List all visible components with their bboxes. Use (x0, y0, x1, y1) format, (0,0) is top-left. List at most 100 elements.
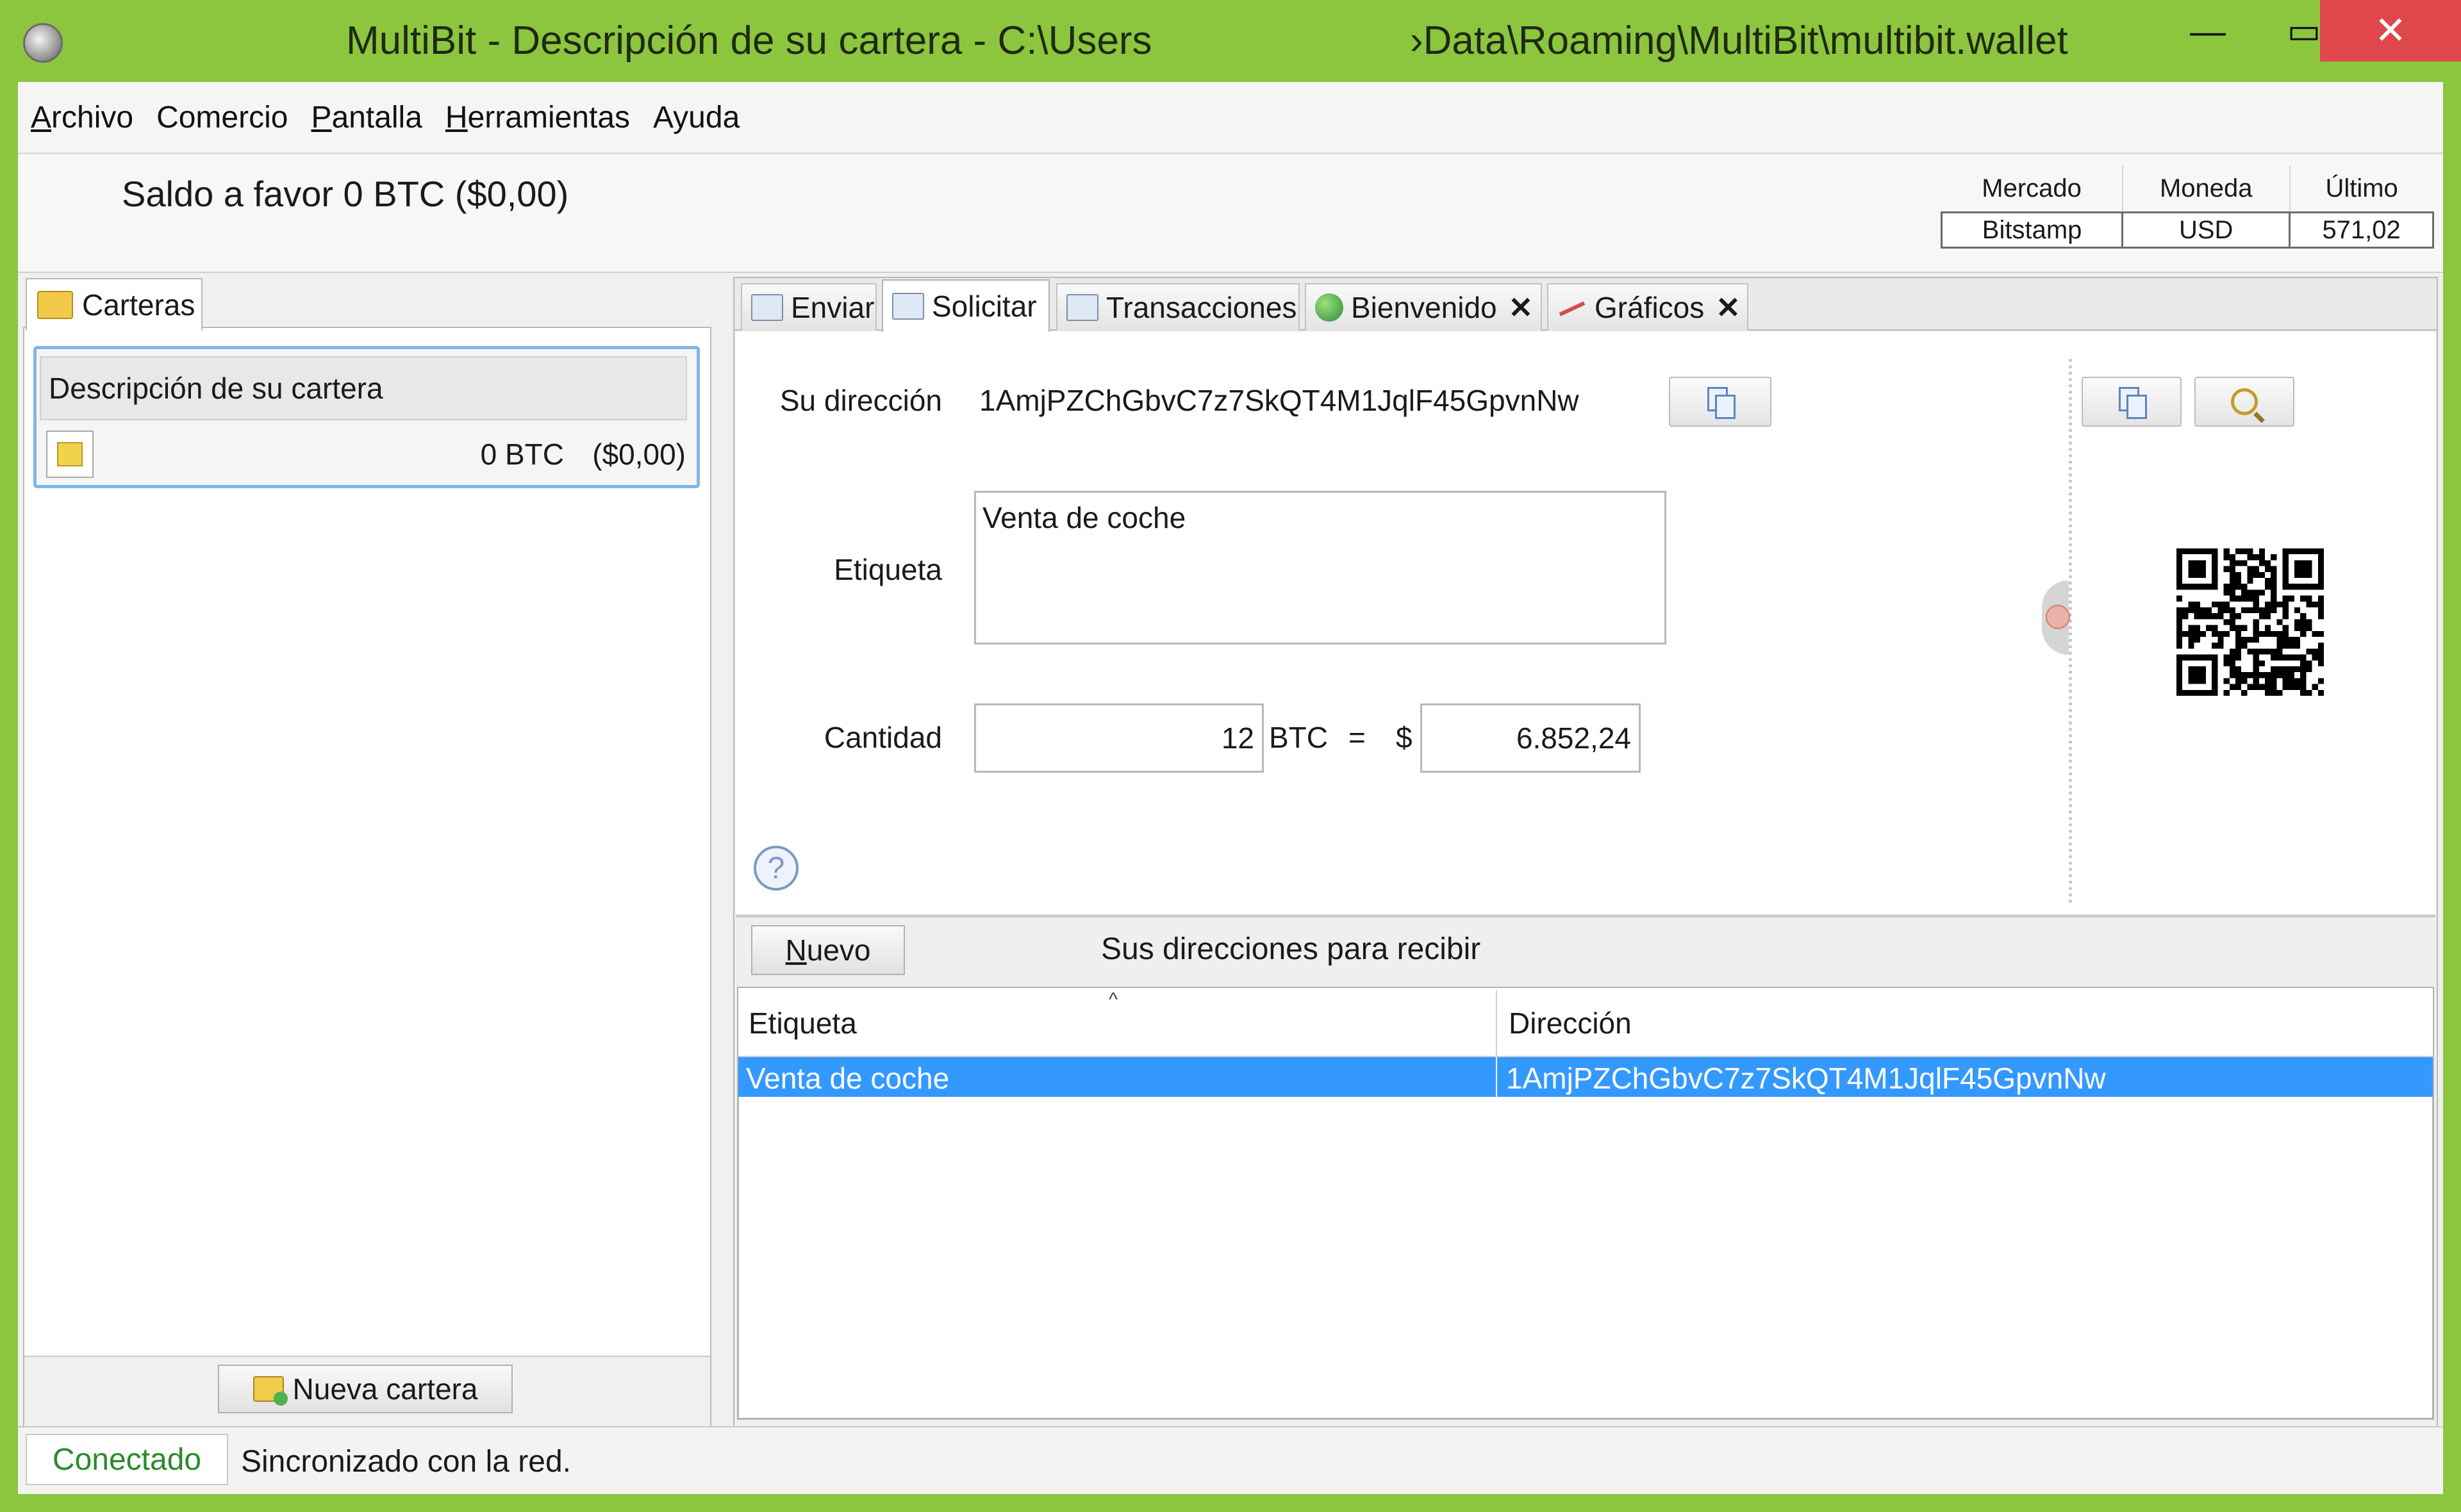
tab-enviar[interactable]: Enviar (741, 283, 877, 331)
qr-module (2306, 601, 2312, 607)
qr-module (2317, 643, 2324, 649)
menu-archivo-label: rchivo (51, 100, 134, 135)
qr-module (2288, 637, 2294, 643)
qr-module (2235, 678, 2242, 684)
new-address-button[interactable]: Nuevo (751, 925, 905, 975)
tab-graficos[interactable]: Gráficos ✕ (1547, 283, 1748, 331)
addresses-toolbar (736, 915, 2435, 985)
menu-comercio[interactable]: Comercio (156, 100, 288, 135)
qr-module (2258, 589, 2265, 596)
qr-module (2271, 566, 2277, 572)
qr-module (2300, 684, 2307, 690)
qr-module (2194, 601, 2200, 607)
column-header-label[interactable]: Etiqueta (749, 1006, 857, 1040)
qr-module (2229, 625, 2235, 631)
qr-module (2229, 619, 2235, 625)
qr-module (2271, 607, 2277, 614)
qr-module (2194, 625, 2200, 631)
qr-module (2300, 678, 2307, 684)
dollar-sign: $ (1396, 721, 1413, 754)
zoom-qr-button[interactable] (2194, 377, 2294, 427)
qr-module (2288, 684, 2294, 690)
tab-bienvenido-close-icon[interactable]: ✕ (1509, 290, 1534, 325)
qr-module (2223, 566, 2230, 572)
qr-module (2223, 619, 2230, 625)
tab-carteras[interactable]: Carteras (26, 278, 203, 331)
ticker-header-currency: Moneda (2121, 165, 2290, 213)
qr-module (2253, 648, 2259, 655)
copy-address-button[interactable] (1669, 377, 1771, 427)
qr-module (2200, 630, 2206, 637)
column-separator[interactable] (1496, 990, 1497, 1056)
qr-module (2265, 578, 2271, 584)
app-icon[interactable] (23, 23, 63, 63)
qr-module (2282, 637, 2289, 643)
qr-module (2312, 630, 2318, 637)
qr-module (2235, 584, 2242, 590)
qr-module (2247, 637, 2253, 643)
menu-archivo[interactable]: Archivo (31, 100, 133, 135)
qr-module (2300, 672, 2307, 678)
qr-module (2253, 660, 2259, 666)
qr-module (2235, 625, 2242, 631)
qr-module (2188, 637, 2194, 643)
menu-ayuda[interactable]: Ayuda (653, 100, 740, 135)
qr-module (2265, 630, 2271, 637)
close-button[interactable]: ✕ (2320, 0, 2461, 62)
qr-module (2253, 630, 2259, 637)
qr-module (2235, 578, 2242, 584)
qr-module (2294, 625, 2301, 631)
qr-module (2288, 595, 2294, 602)
qr-module (2300, 630, 2307, 637)
row-address-cell[interactable]: 1AmjPZChGbvC7z7SkQT4M1JqlF45GpvnNw (1506, 1061, 2106, 1096)
qr-module (2235, 654, 2242, 661)
menu-herramientas[interactable]: Herramientas (445, 100, 630, 135)
qr-module (2182, 630, 2189, 637)
tab-bienvenido[interactable]: Bienvenido ✕ (1305, 283, 1542, 331)
qr-module (2229, 684, 2235, 690)
qr-module (2276, 637, 2283, 643)
label-textarea[interactable]: Venta de coche (974, 491, 1666, 645)
qr-module (2241, 607, 2248, 614)
exchange-ticker[interactable]: Mercado Moneda Último Bitstamp USD 571,0… (1940, 165, 2434, 263)
amount-btc-input[interactable]: 12 (974, 703, 1264, 773)
qr-module (2282, 678, 2289, 684)
qr-code[interactable] (2176, 548, 2324, 696)
qr-module (2176, 637, 2183, 643)
qr-module (2317, 630, 2324, 637)
row-label-cell[interactable]: Venta de coche (746, 1061, 949, 1096)
qr-module (2217, 613, 2224, 620)
copy-qr-button[interactable] (2082, 377, 2182, 427)
qr-module (2276, 666, 2283, 673)
qr-module (2229, 584, 2235, 590)
qr-module (2223, 554, 2230, 561)
qr-module (2253, 678, 2259, 684)
minimize-button[interactable]: — (2160, 0, 2256, 62)
amount-usd-input[interactable]: 6.852,24 (1420, 703, 1641, 773)
qr-module (2247, 571, 2253, 578)
ticker-market: Bitstamp (1940, 211, 2124, 249)
tab-graficos-label: Gráficos (1595, 291, 1705, 324)
menu-herramientas-label: erramientas (467, 100, 631, 135)
qr-module (2294, 654, 2301, 661)
tab-graficos-close-icon[interactable]: ✕ (1716, 290, 1741, 325)
tab-solicitar[interactable]: Solicitar (882, 279, 1050, 332)
qr-module (2229, 566, 2235, 572)
column-header-address[interactable]: Dirección (1509, 1006, 1632, 1040)
qr-module (2258, 548, 2265, 555)
menu-pantalla[interactable]: Pantalla (311, 100, 422, 135)
new-wallet-button[interactable]: Nueva cartera (218, 1365, 513, 1413)
qr-module (2258, 660, 2265, 666)
menu-pantalla-mnemonic: P (311, 100, 332, 135)
qr-module (2306, 595, 2312, 602)
tab-enviar-label: Enviar (791, 291, 875, 324)
help-icon[interactable]: ? (754, 846, 799, 891)
qr-module (2229, 578, 2235, 584)
new-address-label: uevo (806, 933, 871, 967)
qr-module (2194, 630, 2200, 637)
tab-transacciones[interactable]: Transacciones (1056, 283, 1300, 331)
qr-module (2306, 666, 2312, 673)
qr-module (2282, 666, 2289, 673)
wallet-description[interactable]: Descripción de su cartera (40, 356, 687, 420)
qr-module (2276, 672, 2283, 678)
